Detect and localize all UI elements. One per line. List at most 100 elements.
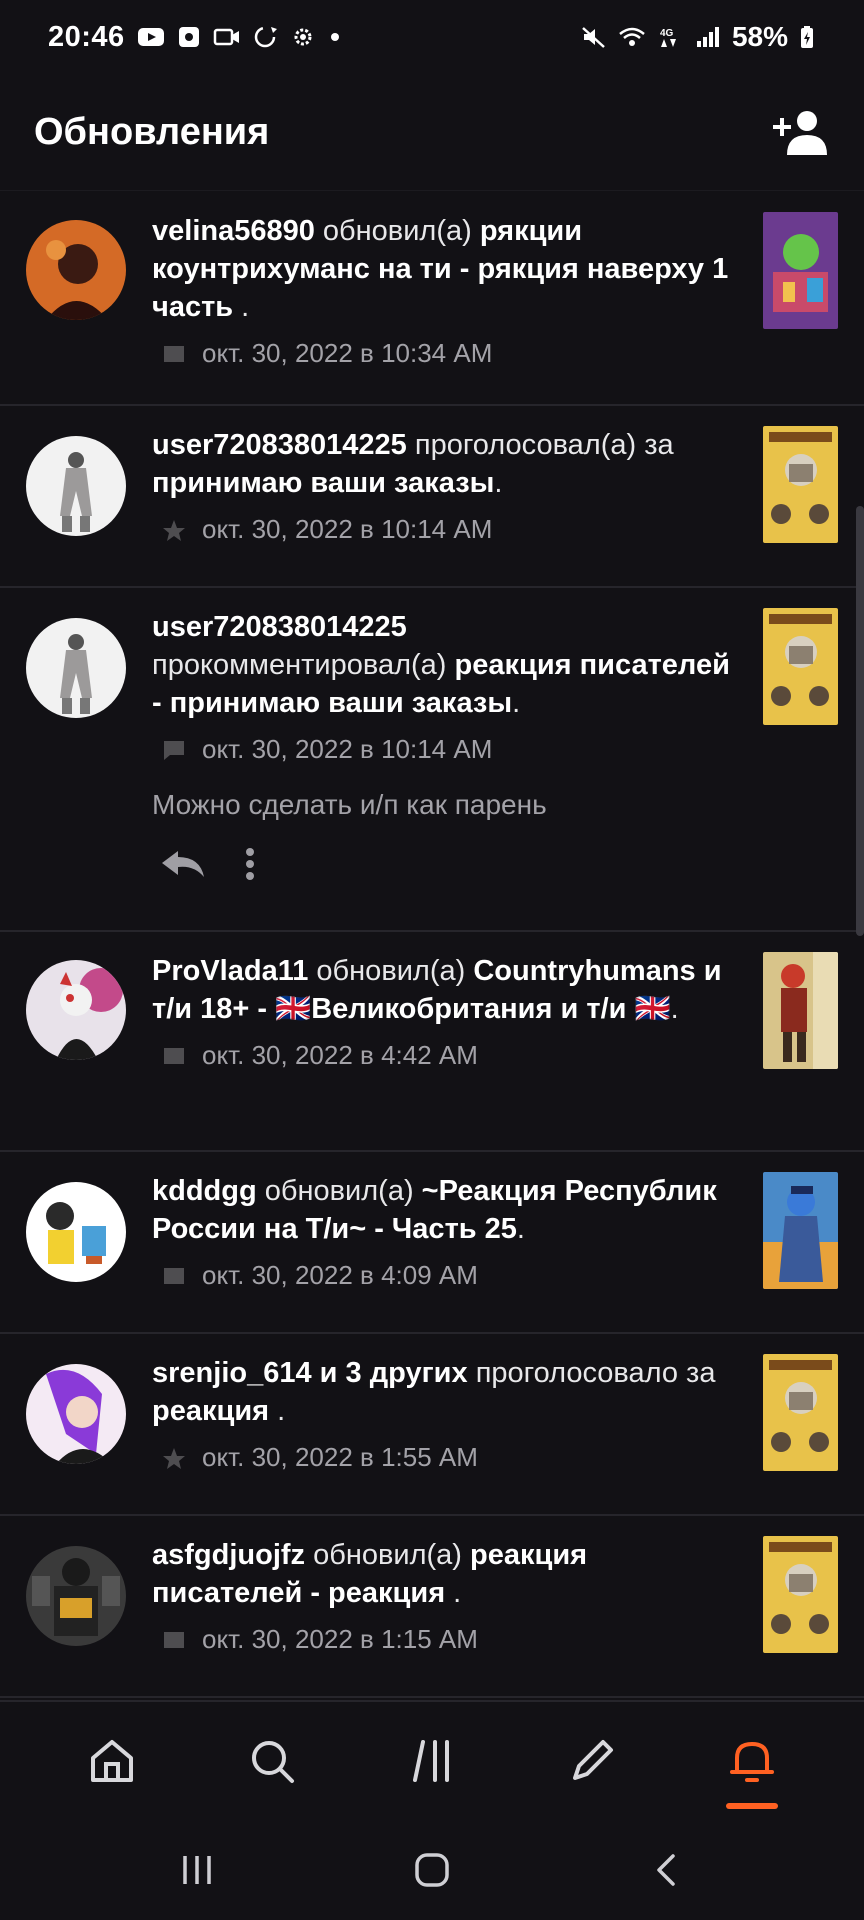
story-cover[interactable] [763, 1354, 838, 1471]
book-icon [164, 345, 184, 362]
write-icon [573, 1740, 613, 1780]
battery-percent: 58% [731, 21, 788, 52]
network-4g-icon: 4G [660, 28, 676, 47]
recent-apps-icon[interactable] [177, 1850, 217, 1890]
more-options-icon[interactable] [244, 847, 256, 881]
add-user-button[interactable] [770, 104, 830, 160]
meta-row: окт. 30, 2022 в 1:55 AM [152, 1442, 738, 1473]
meta-row: окт. 30, 2022 в 10:14 AM [152, 514, 738, 545]
book-icon [164, 1047, 184, 1064]
username-link[interactable]: kdddgg [152, 1175, 257, 1207]
action-text: обновил(а) [256, 1175, 422, 1207]
nav-library[interactable] [392, 1721, 472, 1801]
avatar[interactable] [26, 960, 126, 1060]
star-icon [163, 1447, 185, 1469]
library-icon [413, 1740, 449, 1782]
status-left-icons [137, 25, 339, 49]
list-item[interactable]: user720838014225 проголосовал(а) за прин… [0, 406, 864, 588]
timestamp: окт. 30, 2022 в 4:42 AM [202, 1040, 478, 1070]
home-icon [91, 1740, 133, 1782]
timestamp: окт. 30, 2022 в 4:09 AM [202, 1260, 478, 1290]
username-link[interactable]: ProVlada11 [152, 955, 308, 987]
timestamp: окт. 30, 2022 в 1:55 AM [202, 1442, 478, 1472]
avatar[interactable] [26, 1364, 126, 1464]
page-title: Обновления [34, 110, 270, 153]
action-text: прокомментировал(а) [152, 649, 455, 681]
username-link[interactable]: srenjio_614 и 3 других [152, 1357, 468, 1389]
story-cover[interactable] [763, 952, 838, 1069]
meta-row: окт. 30, 2022 в 1:15 AM [152, 1624, 738, 1655]
reply-icon[interactable] [160, 849, 206, 879]
status-time: 20:46 [48, 20, 125, 53]
update-text: ProVlada11 обновил(а) Countryhumans и т/… [152, 952, 738, 1028]
username-link[interactable]: user720838014225 [152, 429, 407, 461]
book-icon [164, 1631, 184, 1648]
suffix-text: . [233, 291, 250, 323]
video-icon [213, 28, 239, 46]
avatar[interactable] [26, 436, 126, 536]
meta-row: окт. 30, 2022 в 4:42 AM [152, 1040, 738, 1071]
list-item[interactable]: asfgdjuojfz обновил(а) реакция писателей… [0, 1516, 864, 1698]
suffix-text: . [512, 687, 521, 719]
avatar[interactable] [26, 618, 126, 718]
timestamp: окт. 30, 2022 в 10:14 AM [202, 514, 493, 544]
scrollbar[interactable] [856, 506, 864, 936]
back-icon[interactable] [647, 1850, 687, 1890]
story-cover[interactable] [763, 1172, 838, 1289]
system-navigation [0, 1820, 864, 1920]
comment-actions [160, 847, 738, 881]
page-header: Обновления [0, 92, 864, 172]
suffix-text: . [494, 467, 503, 499]
action-text: обновил(а) [308, 955, 474, 987]
story-link[interactable]: принимаю ваши заказы [152, 467, 494, 499]
header-divider [0, 190, 864, 191]
update-text: srenjio_614 и 3 других проголосовало за … [152, 1354, 738, 1430]
update-text: kdddgg обновил(а) ~Реакция Республик Рос… [152, 1172, 738, 1248]
nav-write[interactable] [552, 1721, 632, 1801]
avatar[interactable] [26, 1546, 126, 1646]
list-item[interactable]: user720838014225 прокомментировал(а) реа… [0, 588, 864, 932]
list-item[interactable]: srenjio_614 и 3 других проголосовало за … [0, 1334, 864, 1516]
list-item[interactable]: kdddgg обновил(а) ~Реакция Республик Рос… [0, 1152, 864, 1334]
notification-dot [330, 33, 339, 41]
add-user-icon [773, 111, 827, 155]
updates-feed[interactable]: velina56890 обновил(а) рякции коунтрихум… [0, 192, 864, 1698]
sync-icon [254, 26, 277, 48]
timestamp: окт. 30, 2022 в 10:34 AM [202, 338, 493, 368]
mute-icon [582, 27, 605, 48]
story-cover[interactable] [763, 1536, 838, 1653]
home-circle-icon[interactable] [412, 1850, 452, 1890]
username-link[interactable]: asfgdjuojfz [152, 1539, 305, 1571]
avatar[interactable] [26, 220, 126, 320]
camera-app-icon [178, 27, 199, 47]
story-cover[interactable] [763, 426, 838, 543]
story-cover[interactable] [763, 608, 838, 725]
list-item[interactable]: velina56890 обновил(а) рякции коунтрихум… [0, 192, 864, 406]
username-link[interactable]: user720838014225 [152, 611, 407, 643]
nav-search[interactable] [232, 1721, 312, 1801]
star-icon [163, 519, 185, 541]
active-tab-indicator [726, 1803, 778, 1809]
update-text: velina56890 обновил(а) рякции коунтрихум… [152, 212, 738, 326]
username-link[interactable]: velina56890 [152, 215, 315, 247]
action-text: проголосовало за [467, 1357, 716, 1389]
svg-text:4G: 4G [660, 28, 674, 39]
meta-row: окт. 30, 2022 в 10:14 AM [152, 734, 738, 765]
comment-icon [164, 740, 184, 760]
action-text: обновил(а) [305, 1539, 471, 1571]
meta-row: окт. 30, 2022 в 10:34 AM [152, 338, 738, 369]
nav-home[interactable] [72, 1721, 152, 1801]
story-link[interactable]: реакция [152, 1395, 269, 1427]
settings-icon [294, 28, 312, 46]
timestamp: окт. 30, 2022 в 1:15 AM [202, 1624, 478, 1654]
list-item[interactable]: ProVlada11 обновил(а) Countryhumans и т/… [0, 932, 864, 1152]
avatar[interactable] [26, 1182, 126, 1282]
status-right-icons: 4G 58% [580, 21, 816, 53]
nav-notifications[interactable] [712, 1721, 792, 1809]
suffix-text: . [445, 1577, 462, 1609]
action-text: обновил(а) [314, 215, 480, 247]
signal-icon [696, 27, 719, 47]
update-text: user720838014225 проголосовал(а) за прин… [152, 426, 738, 502]
youtube-icon [137, 28, 164, 46]
story-cover[interactable] [763, 212, 838, 329]
